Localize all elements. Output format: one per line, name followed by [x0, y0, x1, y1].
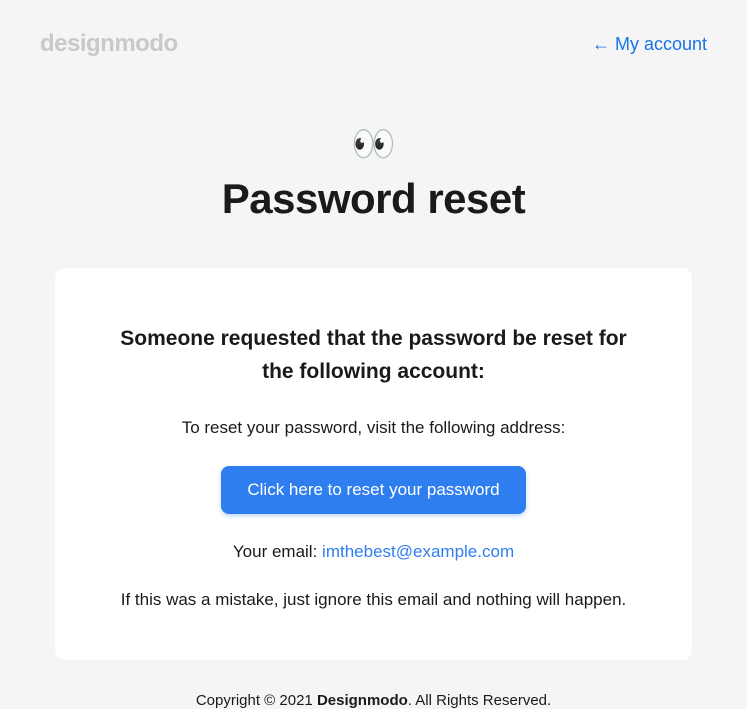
email-line: Your email: imthebest@example.com [105, 542, 642, 562]
email-link[interactable]: imthebest@example.com [322, 542, 514, 561]
page-title: Password reset [40, 175, 707, 223]
copyright-prefix: Copyright © 2021 [196, 692, 317, 709]
email-container: designmodo ← My account 👀 Password reset… [0, 0, 747, 709]
mistake-text: If this was a mistake, just ignore this … [105, 590, 642, 610]
eyes-icon: 👀 [40, 123, 707, 165]
copyright-suffix: . All Rights Reserved. [408, 692, 551, 709]
reset-password-button[interactable]: Click here to reset your password [221, 466, 525, 514]
my-account-link[interactable]: ← My account [592, 34, 707, 55]
logo: designmodo [40, 30, 178, 58]
card-heading: Someone requested that the password be r… [105, 323, 642, 388]
content-card: Someone requested that the password be r… [55, 268, 692, 660]
header: designmodo ← My account [40, 30, 707, 58]
instruction-text: To reset your password, visit the follow… [105, 418, 642, 438]
hero-section: 👀 Password reset [40, 123, 707, 223]
footer-brand: Designmodo [317, 692, 408, 709]
footer: Copyright © 2021 Designmodo. All Rights … [40, 692, 707, 709]
email-prefix: Your email: [233, 542, 322, 561]
